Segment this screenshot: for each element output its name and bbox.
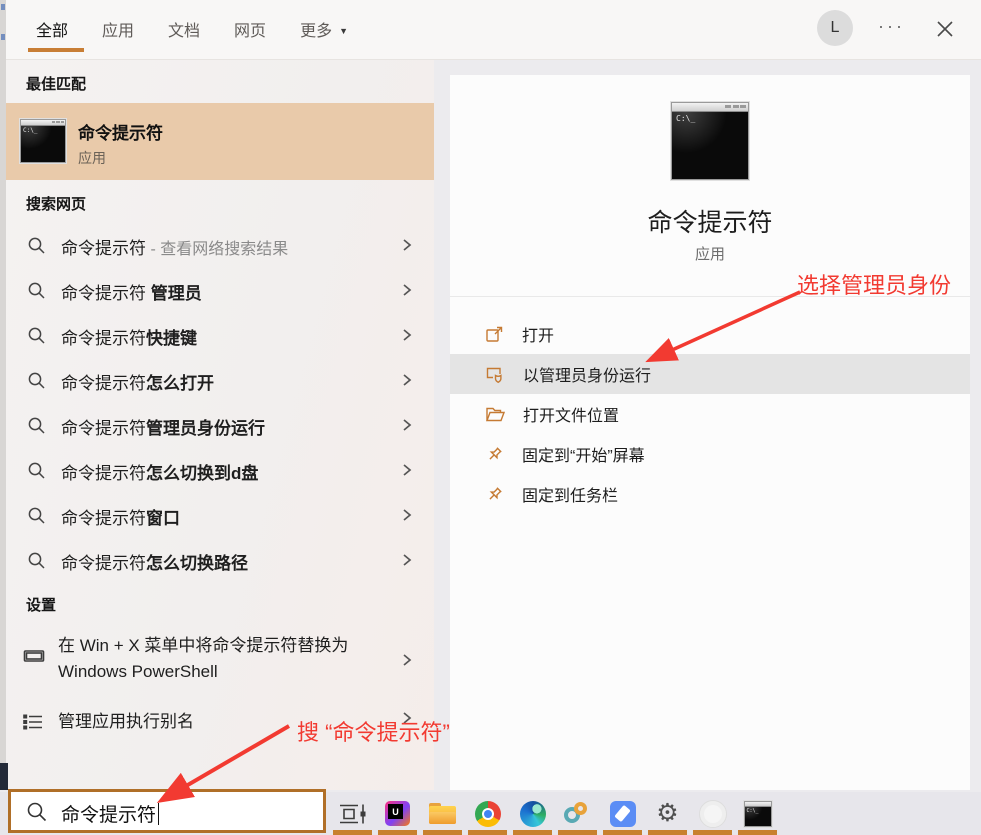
tab-web[interactable]: 网页 — [234, 17, 266, 41]
web-suggestion[interactable]: 命令提示符 管理员 — [6, 268, 434, 313]
command-prompt-icon: C:\_ — [20, 119, 66, 163]
close-icon[interactable] — [934, 18, 956, 40]
app-title: 命令提示符 — [647, 209, 773, 237]
result-detail-panel: C:\_ 命令提示符 应用 打开 以管理员身份运行 打开文件位置 固定到“开始”… — [450, 75, 970, 790]
search-icon — [28, 282, 45, 299]
action-pin-to-start[interactable]: 固定到“开始”屏幕 — [450, 434, 970, 474]
tab-more[interactable]: 更多 ▼ — [300, 17, 348, 41]
web-suggestion[interactable]: 命令提示符窗口 — [6, 493, 434, 538]
chevron-right-icon — [403, 554, 412, 566]
open-window-icon — [486, 326, 503, 342]
web-suggestion[interactable]: 命令提示符怎么切换到d盘 — [6, 448, 434, 493]
search-icon — [28, 462, 45, 479]
web-suggestion[interactable]: 命令提示符 - 查看网络搜索结果 — [6, 223, 434, 268]
search-icon — [28, 237, 45, 254]
list-icon — [23, 714, 42, 730]
settings-header: 设置 — [26, 597, 57, 614]
rings-app-icon[interactable] — [555, 792, 600, 835]
file-explorer-icon[interactable] — [420, 792, 465, 835]
background-window-edge — [0, 763, 8, 790]
action-open-file-location[interactable]: 打开文件位置 — [450, 394, 970, 434]
search-input[interactable]: 命令提示符 — [8, 789, 326, 833]
web-suggestion[interactable]: 命令提示符快捷键 — [6, 313, 434, 358]
search-results-panel: 最佳匹配 C:\_ 命令提示符 应用 搜索网页 命令提示符 - 查看网络搜索结果… — [6, 60, 434, 790]
avatar[interactable]: L — [817, 10, 853, 46]
best-match-subtitle: 应用 — [78, 150, 106, 166]
best-match-title: 命令提示符 — [78, 124, 163, 143]
settings-item-powershell[interactable]: 在 Win + X 菜单中将命令提示符替换为 Windows PowerShel… — [6, 628, 434, 692]
settings-gear-icon[interactable]: ⚙ — [645, 792, 690, 835]
folder-icon — [485, 407, 505, 422]
pin-icon — [489, 486, 502, 500]
more-options-icon[interactable]: ··· — [878, 16, 905, 37]
chevron-right-icon — [403, 374, 412, 386]
admin-shield-icon — [486, 367, 502, 383]
annotation-admin-hint: 选择管理员身份 — [797, 273, 952, 298]
search-icon — [28, 552, 45, 569]
pin-icon — [489, 446, 502, 460]
action-pin-to-taskbar[interactable]: 固定到任务栏 — [450, 474, 970, 514]
search-icon — [28, 327, 45, 344]
search-icon — [27, 802, 47, 822]
active-tab-indicator — [28, 48, 84, 52]
search-flyout-topbar: 全部 应用 文档 网页 更多 ▼ L ··· — [6, 0, 981, 60]
command-prompt-icon[interactable]: C:\_ — [735, 792, 780, 835]
chevron-down-icon: ▼ — [339, 26, 348, 36]
annotation-search-hint: 搜 “命令提示符” — [297, 720, 450, 745]
web-suggestion[interactable]: 命令提示符怎么打开 — [6, 358, 434, 403]
chrome-icon[interactable] — [465, 792, 510, 835]
chevron-right-icon — [403, 464, 412, 476]
search-icon — [28, 372, 45, 389]
text-caret — [158, 803, 160, 825]
search-icon — [28, 417, 45, 434]
tab-apps[interactable]: 应用 — [102, 17, 134, 41]
chevron-right-icon — [403, 509, 412, 521]
task-view-icon[interactable] — [330, 792, 375, 835]
white-round-app-icon[interactable] — [690, 792, 735, 835]
notes-app-icon[interactable] — [600, 792, 645, 835]
tab-all[interactable]: 全部 — [36, 17, 68, 41]
search-icon — [28, 507, 45, 524]
action-list: 打开 以管理员身份运行 打开文件位置 固定到“开始”屏幕 固定到任务栏 — [450, 296, 970, 514]
tab-documents[interactable]: 文档 — [168, 17, 200, 41]
best-match-result[interactable]: C:\_ 命令提示符 应用 — [6, 103, 434, 180]
chevron-right-icon — [403, 419, 412, 431]
edge-icon[interactable] — [510, 792, 555, 835]
web-suggestion[interactable]: 命令提示符管理员身份运行 — [6, 403, 434, 448]
action-open[interactable]: 打开 — [450, 314, 970, 354]
chevron-right-icon — [403, 654, 412, 666]
web-search-header: 搜索网页 — [26, 196, 87, 213]
intellij-idea-icon[interactable]: U — [375, 792, 420, 835]
command-prompt-icon: C:\_ — [671, 102, 749, 180]
monitor-icon — [23, 650, 45, 662]
search-input-value: 命令提示符 — [61, 805, 157, 826]
chevron-right-icon — [403, 239, 412, 251]
app-subtitle: 应用 — [694, 246, 725, 263]
web-suggestion[interactable]: 命令提示符怎么切换路径 — [6, 538, 434, 583]
action-run-as-admin[interactable]: 以管理员身份运行 — [450, 354, 970, 394]
chevron-right-icon — [403, 284, 412, 296]
best-match-header: 最佳匹配 — [26, 76, 87, 93]
chevron-right-icon — [403, 329, 412, 341]
